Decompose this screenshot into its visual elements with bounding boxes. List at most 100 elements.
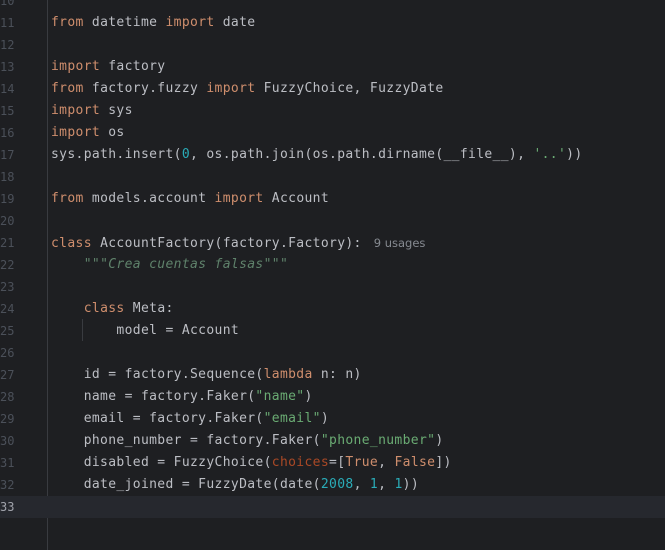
code-token: datetime bbox=[83, 15, 166, 30]
code-line[interactable]: 23 bbox=[0, 276, 665, 298]
code-token: name = factory.Faker( bbox=[51, 389, 256, 404]
line-number: 13 bbox=[0, 60, 15, 74]
code-line[interactable]: 14 from factory.fuzzy import FuzzyChoice,… bbox=[0, 78, 665, 100]
code-token: import bbox=[206, 81, 256, 96]
code-line[interactable]: 29 email = factory.Faker("email") bbox=[0, 408, 665, 430]
code-token: class bbox=[51, 236, 92, 251]
code-line[interactable]: 10 bbox=[0, 0, 665, 12]
code-token: disabled = FuzzyChoice( bbox=[51, 455, 272, 470]
line-number: 19 bbox=[0, 192, 15, 206]
code-text[interactable]: from models.account import Account bbox=[51, 188, 329, 210]
code-token: 1 bbox=[394, 477, 403, 492]
code-token: from bbox=[51, 81, 84, 96]
code-line[interactable]: 26 bbox=[0, 342, 665, 364]
code-token: 1 bbox=[369, 477, 379, 492]
code-line[interactable]: 15 import sys bbox=[0, 100, 665, 122]
code-token: """Crea cuentas falsas""" bbox=[83, 257, 289, 272]
code-text[interactable]: email = factory.Faker("email") bbox=[51, 408, 329, 430]
code-line[interactable]: 27 id = factory.Sequence(lambda n: n) bbox=[0, 364, 665, 386]
code-token: FuzzyChoice, FuzzyDate bbox=[255, 81, 444, 96]
code-token: factory bbox=[100, 59, 166, 74]
code-token: 2008 bbox=[320, 477, 354, 492]
code-token: date_joined = FuzzyDate(date( bbox=[51, 477, 321, 492]
line-number: 12 bbox=[0, 38, 15, 52]
code-line[interactable]: 24 class Meta: bbox=[0, 298, 665, 320]
code-text[interactable]: import sys bbox=[51, 100, 133, 122]
code-token: import bbox=[51, 59, 101, 74]
code-line[interactable]: 12 bbox=[0, 34, 665, 56]
code-line[interactable]: 25 model = Account bbox=[0, 320, 665, 342]
code-line[interactable]: 17 sys.path.insert(0, os.path.join(os.pat… bbox=[0, 144, 665, 166]
code-text[interactable]: class AccountFactory(factory.Factory): 9 … bbox=[51, 232, 425, 255]
code-line[interactable]: 32 date_joined = FuzzyDate(date(2008, 1,… bbox=[0, 474, 665, 496]
code-line[interactable]: 28 name = factory.Faker("name") bbox=[0, 386, 665, 408]
code-text[interactable]: date_joined = FuzzyDate(date(2008, 1, 1)… bbox=[51, 474, 419, 496]
code-token: model = Account bbox=[51, 323, 240, 338]
code-text[interactable]: import factory bbox=[51, 56, 165, 78]
code-line[interactable]: 16 import os bbox=[0, 122, 665, 144]
line-number: 29 bbox=[0, 412, 15, 426]
code-token: , bbox=[378, 455, 395, 470]
code-token: from bbox=[51, 15, 84, 30]
code-text[interactable]: phone_number = factory.Faker("phone_numb… bbox=[51, 430, 444, 452]
code-token: id = factory.Sequence( bbox=[51, 367, 264, 382]
code-line[interactable]: 18 bbox=[0, 166, 665, 188]
code-token: os bbox=[100, 125, 125, 140]
code-line[interactable]: 20 bbox=[0, 210, 665, 232]
code-editor[interactable]: 10 11 from datetime import date 12 13 import … bbox=[0, 0, 665, 550]
code-token: class bbox=[83, 301, 125, 316]
code-line[interactable]: 22 """Crea cuentas falsas""" bbox=[0, 254, 665, 276]
code-token: Meta: bbox=[124, 301, 174, 316]
code-token: from bbox=[51, 191, 84, 206]
code-text[interactable]: id = factory.Sequence(lambda n: n) bbox=[51, 364, 362, 386]
code-line[interactable]: 13 import factory bbox=[0, 56, 665, 78]
code-text[interactable]: import os bbox=[51, 122, 125, 144]
code-token: lambda bbox=[263, 367, 313, 382]
code-token: import bbox=[51, 125, 101, 140]
code-token: import bbox=[165, 15, 215, 30]
line-number: 30 bbox=[0, 434, 15, 448]
code-token: import bbox=[51, 103, 101, 118]
code-text[interactable]: name = factory.Faker("name") bbox=[51, 386, 313, 408]
line-number: 10 bbox=[0, 0, 15, 8]
code-line[interactable]: 31 disabled = FuzzyChoice(choices=[True,… bbox=[0, 452, 665, 474]
code-text[interactable]: from datetime import date bbox=[51, 12, 255, 34]
line-number: 11 bbox=[0, 16, 15, 30]
usages-inlay-hint[interactable]: 9 usages bbox=[374, 236, 426, 250]
code-line[interactable]: 30 phone_number = factory.Faker("phone_n… bbox=[0, 430, 665, 452]
line-number: 15 bbox=[0, 104, 15, 118]
code-token: "phone_number" bbox=[320, 433, 436, 448]
code-token: factory.fuzzy bbox=[83, 81, 207, 96]
line-number: 22 bbox=[0, 258, 15, 272]
line-number: 24 bbox=[0, 302, 15, 316]
code-token: models.account bbox=[83, 191, 215, 206]
code-token: False bbox=[394, 455, 436, 470]
code-token: 0 bbox=[181, 147, 191, 162]
code-token: True bbox=[345, 455, 379, 470]
code-line[interactable]: 11 from datetime import date bbox=[0, 12, 665, 34]
code-token: phone_number = factory.Faker( bbox=[51, 433, 321, 448]
code-line[interactable]: 21 class AccountFactory(factory.Factory):… bbox=[0, 232, 665, 254]
line-number: 17 bbox=[0, 148, 15, 162]
line-number: 20 bbox=[0, 214, 15, 228]
code-text[interactable]: """Crea cuentas falsas""" bbox=[51, 254, 288, 276]
code-text[interactable]: from factory.fuzzy import FuzzyChoice, F… bbox=[51, 78, 444, 100]
line-number: 14 bbox=[0, 82, 15, 96]
code-line[interactable]: 19 from models.account import Account bbox=[0, 188, 665, 210]
code-text[interactable]: model = Account bbox=[51, 320, 239, 342]
code-token: , bbox=[353, 477, 370, 492]
line-number: 27 bbox=[0, 368, 15, 382]
code-token: Account bbox=[263, 191, 330, 206]
code-text[interactable]: disabled = FuzzyChoice(choices=[True, Fa… bbox=[51, 452, 452, 474]
code-token: n: n) bbox=[312, 367, 362, 382]
code-token: =[ bbox=[329, 455, 346, 470]
code-token: date bbox=[214, 15, 256, 30]
code-text[interactable]: sys.path.insert(0, os.path.join(os.path.… bbox=[51, 144, 583, 166]
line-number: 31 bbox=[0, 456, 15, 470]
code-token: ) bbox=[320, 411, 330, 426]
code-text[interactable]: class Meta: bbox=[51, 298, 174, 320]
code-line[interactable]: 33 bbox=[0, 496, 665, 518]
line-number: 32 bbox=[0, 478, 15, 492]
code-token: )) bbox=[566, 147, 583, 162]
